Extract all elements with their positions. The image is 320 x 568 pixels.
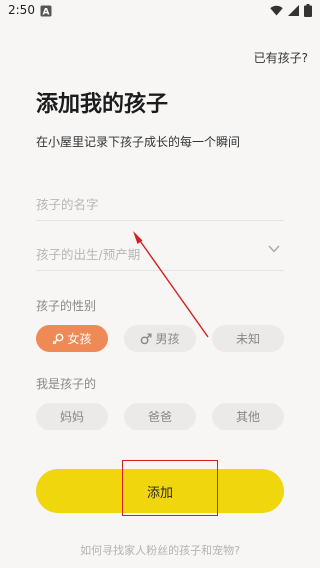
gender-option-label: 女孩 [67, 332, 92, 346]
child-name-input[interactable]: 孩子的名字 [36, 183, 284, 221]
relation-label: 我是孩子的 [36, 377, 97, 391]
gender-label: 孩子的性别 [36, 299, 97, 313]
status-bar: 2:50 A [0, 0, 320, 24]
red-box-annotation [122, 460, 218, 516]
gender-option-unknown[interactable]: 未知 [212, 325, 284, 352]
birth-date-select[interactable]: 孩子的出生/预产期 [36, 233, 284, 271]
gender-option-boy[interactable]: 男孩 [124, 325, 196, 352]
status-time: 2:50 [8, 3, 35, 17]
existing-child-link[interactable]: 已有孩子? [254, 49, 308, 66]
relation-option-dad[interactable]: 爸爸 [124, 403, 196, 430]
page-title: 添加我的孩子 [36, 92, 169, 117]
birth-date-placeholder: 孩子的出生/预产期 [36, 247, 141, 262]
signal-icon [288, 5, 299, 16]
add-child-screen: 2:50 A 已有孩子? 添加我的孩子 在小屋里记录下孩子成长的每一个瞬间 孩子… [0, 0, 320, 568]
relation-option-label: 其他 [235, 410, 260, 424]
relation-option-other[interactable]: 其他 [212, 403, 284, 430]
wifi-icon [270, 5, 283, 16]
child-name-placeholder: 孩子的名字 [36, 197, 99, 212]
status-icons [270, 4, 312, 17]
gender-option-girl[interactable]: 女孩 [36, 325, 108, 352]
battery-icon [304, 4, 312, 17]
help-link[interactable]: 如何寻找家人粉丝的孩子和宠物? [0, 542, 320, 558]
relation-option-label: 爸爸 [147, 410, 172, 424]
gender-option-label: 男孩 [155, 332, 180, 346]
svg-text:A: A [43, 8, 50, 18]
male-icon [141, 333, 152, 344]
relation-option-label: 妈妈 [59, 410, 84, 424]
relation-option-mom[interactable]: 妈妈 [36, 403, 108, 430]
chevron-down-icon [268, 245, 280, 253]
gender-option-label: 未知 [235, 332, 260, 346]
female-icon [53, 333, 64, 344]
page-subtitle: 在小屋里记录下孩子成长的每一个瞬间 [36, 135, 241, 149]
a-notification-icon: A [40, 5, 52, 17]
